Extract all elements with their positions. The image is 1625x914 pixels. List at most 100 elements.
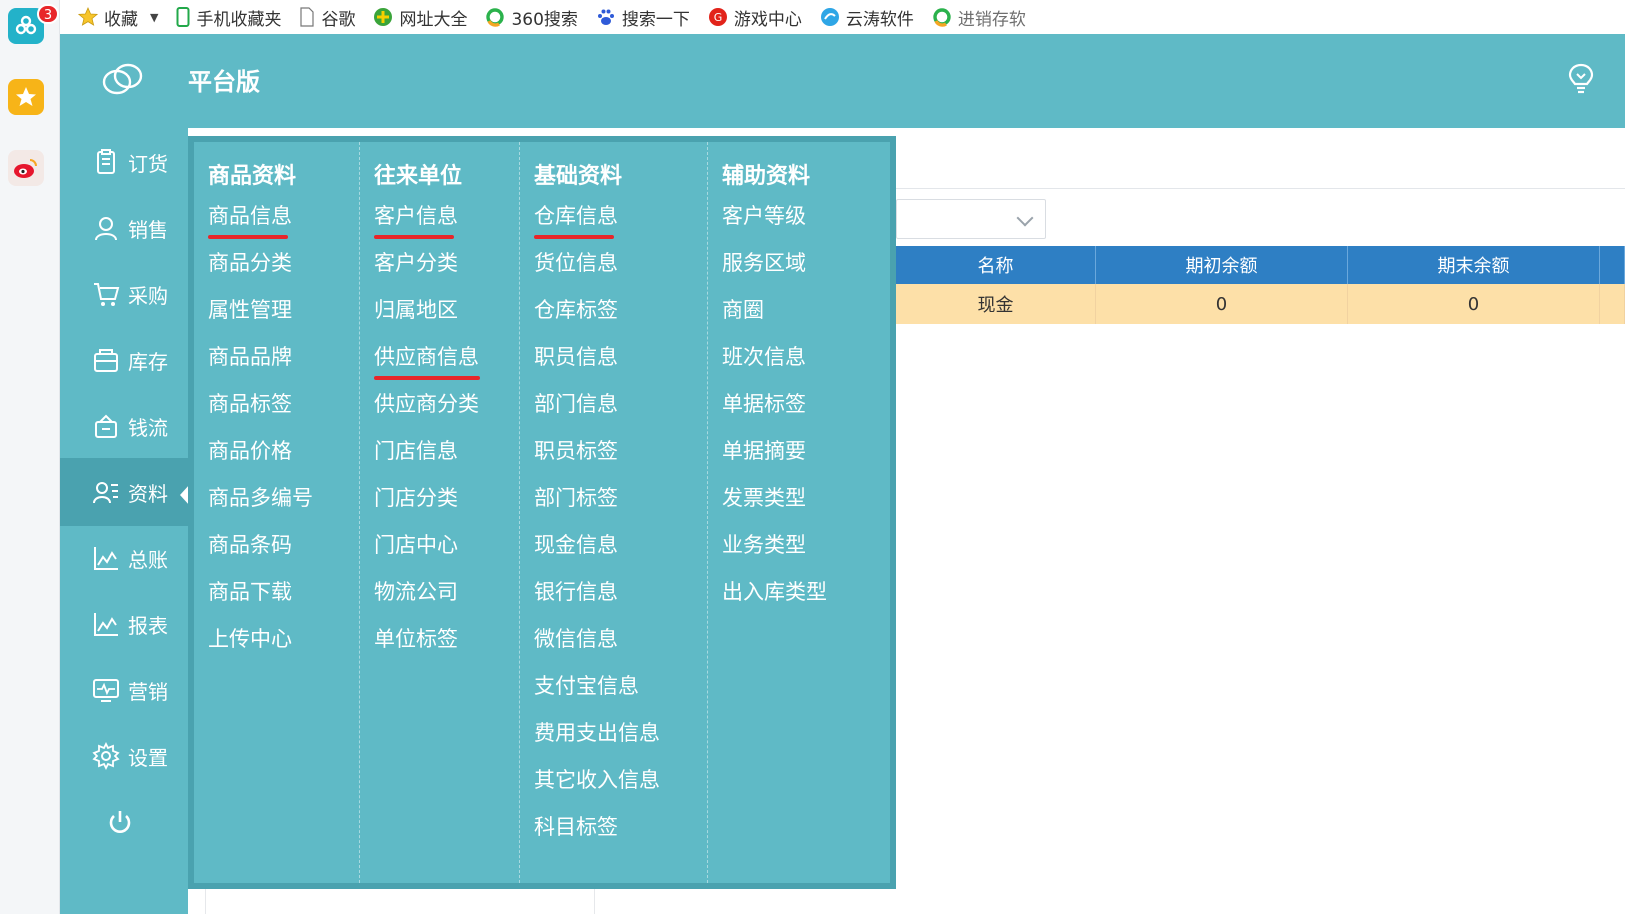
- bookmark-baidu[interactable]: 搜索一下: [596, 5, 690, 30]
- menu-item[interactable]: 职员信息: [534, 341, 618, 371]
- chevron-down-icon: [1016, 209, 1034, 227]
- menu-item[interactable]: 门店中心: [374, 529, 458, 559]
- contacts-icon: [93, 482, 118, 504]
- menu-item-product-info[interactable]: 商品信息: [208, 200, 292, 230]
- menu-item[interactable]: 商品分类: [208, 247, 292, 277]
- menu-item[interactable]: 微信信息: [534, 623, 618, 653]
- chart-icon: [94, 613, 118, 636]
- menu-column-basic: 基础资料 仓库信息 货位信息 仓库标签 职员信息 部门信息 职员标签 部门标签 …: [520, 142, 708, 883]
- menu-item[interactable]: 业务类型: [722, 529, 806, 559]
- menu-item[interactable]: 单据标签: [722, 388, 806, 418]
- app-header: 平台版: [60, 34, 1625, 128]
- menu-item[interactable]: 商品标签: [208, 388, 292, 418]
- menu-item[interactable]: 商品价格: [208, 435, 292, 465]
- menu-item-customer-info[interactable]: 客户信息: [374, 200, 458, 230]
- menu-item[interactable]: 商品多编号: [208, 482, 313, 512]
- menu-item[interactable]: 属性管理: [208, 294, 292, 324]
- 360-search-icon: [933, 8, 951, 27]
- nav-item-inventory[interactable]: 库存: [60, 326, 188, 394]
- menu-item[interactable]: 费用支出信息: [534, 717, 660, 747]
- bookmark-favorites[interactable]: 收藏 ▼: [78, 5, 158, 30]
- menu-item[interactable]: 归属地区: [374, 294, 458, 324]
- favorites-dock-button[interactable]: [8, 79, 44, 115]
- menu-column-title: 商品资料: [208, 164, 297, 189]
- nav-item-cashflow[interactable]: 钱流: [60, 392, 188, 460]
- nav-item-settings[interactable]: 设置: [60, 722, 188, 790]
- chevron-down-icon[interactable]: ▼: [150, 11, 158, 24]
- balance-table: 名称 期初余额 期末余额 现金 0 0: [896, 246, 1625, 324]
- bookmark-google[interactable]: 谷歌: [299, 5, 355, 30]
- power-icon: [109, 811, 131, 833]
- weibo-dock-button[interactable]: [8, 150, 44, 186]
- game-icon: G: [708, 8, 727, 26]
- page-icon: [300, 7, 315, 27]
- menu-item[interactable]: 商品下载: [208, 576, 292, 606]
- menu-item[interactable]: 支付宝信息: [534, 670, 639, 700]
- nav-item-ledger[interactable]: 总账: [60, 524, 188, 592]
- nav-item-sales[interactable]: 销售: [60, 194, 188, 262]
- menu-item[interactable]: 货位信息: [534, 247, 618, 277]
- table-row[interactable]: 现金 0 0: [896, 284, 1625, 324]
- column-header-closing-balance[interactable]: 期末余额: [1348, 246, 1600, 284]
- menu-item[interactable]: 服务区域: [722, 247, 806, 277]
- column-header-name[interactable]: 名称: [896, 246, 1096, 284]
- column-header-opening-balance[interactable]: 期初余额: [1096, 246, 1348, 284]
- menu-item[interactable]: 部门信息: [534, 388, 618, 418]
- menu-item[interactable]: 职员标签: [534, 435, 618, 465]
- menu-item[interactable]: 单位标签: [374, 623, 458, 653]
- logout-button[interactable]: [60, 788, 188, 856]
- cell-closing-balance: 0: [1348, 284, 1600, 324]
- nav-item-purchase[interactable]: 采购: [60, 260, 188, 328]
- menu-item[interactable]: 部门标签: [534, 482, 618, 512]
- highlight-underline: [208, 235, 288, 239]
- paw-icon: [597, 9, 614, 25]
- filter-select[interactable]: [896, 199, 1046, 239]
- cloud-icon: [820, 8, 839, 26]
- nav-item-marketing[interactable]: 营销: [60, 656, 188, 724]
- bookmark-hao[interactable]: 网址大全: [373, 5, 467, 30]
- menu-item[interactable]: 银行信息: [534, 576, 618, 606]
- nav-item-reports[interactable]: 报表: [60, 590, 188, 658]
- column-header-extra: [1600, 246, 1625, 284]
- menu-item[interactable]: 门店信息: [374, 435, 458, 465]
- weibo-icon: [14, 159, 37, 178]
- plugin-dock-button[interactable]: 3: [8, 4, 59, 44]
- menu-item[interactable]: 现金信息: [534, 529, 618, 559]
- menu-item-warehouse-info[interactable]: 仓库信息: [534, 200, 618, 230]
- menu-item[interactable]: 班次信息: [722, 341, 806, 371]
- phone-icon: [176, 7, 190, 27]
- bookmark-erp[interactable]: 进销存软: [932, 5, 1026, 30]
- menu-item[interactable]: 物流公司: [374, 576, 458, 606]
- menu-item[interactable]: 上传中心: [208, 623, 292, 653]
- menu-item-supplier-info[interactable]: 供应商信息: [374, 341, 479, 371]
- bookmark-mobile[interactable]: 手机收藏夹: [176, 5, 281, 30]
- background-panel: [205, 885, 595, 914]
- browser-side-dock: 3: [0, 0, 60, 914]
- menu-item[interactable]: 发票类型: [722, 482, 806, 512]
- bookmark-game-center[interactable]: G 游戏中心: [708, 5, 802, 30]
- menu-item[interactable]: 科目标签: [534, 811, 618, 841]
- menu-item[interactable]: 仓库标签: [534, 294, 618, 324]
- menu-item[interactable]: 商品品牌: [208, 341, 292, 371]
- box-icon: [94, 349, 118, 372]
- menu-item[interactable]: 出入库类型: [722, 576, 827, 606]
- menu-item[interactable]: 供应商分类: [374, 388, 479, 418]
- notification-badge: 3: [37, 4, 59, 24]
- data-mega-menu: 商品资料 商品信息 商品分类 属性管理 商品品牌 商品标签 商品价格 商品多编号…: [188, 136, 896, 889]
- menu-item[interactable]: 单据摘要: [722, 435, 806, 465]
- nav-item-data[interactable]: 资料: [60, 458, 190, 526]
- menu-item[interactable]: 商品条码: [208, 529, 292, 559]
- bookmark-360search[interactable]: 360搜索: [485, 5, 578, 30]
- menu-item[interactable]: 客户分类: [374, 247, 458, 277]
- divider: [888, 188, 1625, 189]
- menu-column-products: 商品资料 商品信息 商品分类 属性管理 商品品牌 商品标签 商品价格 商品多编号…: [194, 142, 360, 883]
- nav-item-order[interactable]: 订货: [60, 128, 188, 196]
- menu-item[interactable]: 门店分类: [374, 482, 458, 512]
- menu-item[interactable]: 其它收入信息: [534, 764, 660, 794]
- menu-item[interactable]: 客户等级: [722, 200, 806, 230]
- bookmark-yuntao[interactable]: 云涛软件: [820, 5, 914, 30]
- menu-item[interactable]: 商圈: [722, 294, 764, 324]
- menu-column-title: 往来单位: [374, 164, 463, 189]
- table-header: 名称 期初余额 期末余额: [896, 246, 1625, 284]
- lightbulb-icon[interactable]: [1567, 62, 1595, 94]
